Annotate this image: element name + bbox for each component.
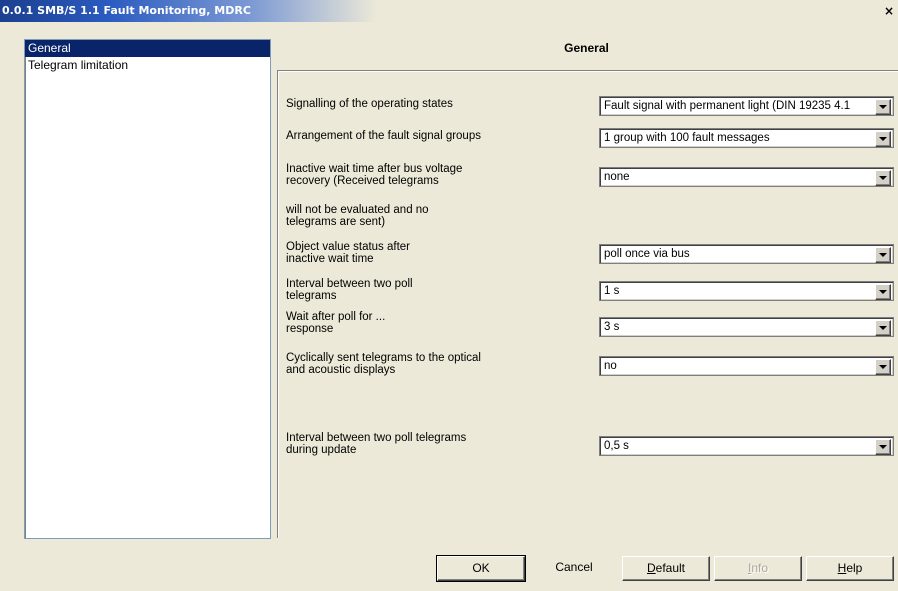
sidebar-item-general[interactable]: General	[25, 40, 270, 57]
object-value-select[interactable]: poll once via bus	[599, 244, 894, 264]
chevron-down-icon[interactable]	[875, 99, 891, 115]
sidebar-item-telegram-limitation[interactable]: Telegram limitation	[25, 57, 270, 74]
sidebar: General Telegram limitation	[24, 39, 271, 539]
select-value: poll once via bus	[604, 248, 690, 260]
chevron-down-icon[interactable]	[875, 320, 891, 336]
param-label: Signalling of the operating states	[286, 98, 453, 110]
select-value: 3 s	[604, 321, 620, 333]
help-button-label: elp	[846, 561, 863, 575]
default-button-label: efault	[655, 561, 686, 575]
select-value: none	[604, 171, 630, 183]
window-title: 0.0.1 SMB/S 1.1 Fault Monitoring, MDRC	[2, 4, 251, 17]
panel-title: General	[564, 41, 609, 55]
chevron-down-icon[interactable]	[875, 284, 891, 300]
title-bar[interactable]: 0.0.1 SMB/S 1.1 Fault Monitoring, MDRC ×	[0, 0, 898, 22]
info-button-label: nfo	[751, 561, 769, 575]
poll-interval-select[interactable]: 1 s	[599, 281, 894, 301]
parameter-panel: Signalling of the operating states Fault…	[277, 70, 898, 538]
param-label: Interval between two poll telegrams duri…	[286, 432, 467, 456]
chevron-down-icon[interactable]	[875, 131, 891, 147]
param-label: Object value status after inactive wait …	[286, 241, 411, 265]
info-button: Info	[714, 556, 802, 581]
inactive-wait-select[interactable]: none	[599, 167, 894, 187]
wait-after-poll-select[interactable]: 3 s	[599, 317, 894, 337]
signalling-select[interactable]: Fault signal with permanent light (DIN 1…	[599, 96, 894, 116]
param-label: will not be evaluated and no telegrams a…	[286, 204, 429, 228]
update-interval-select[interactable]: 0,5 s	[599, 436, 894, 456]
chevron-down-icon[interactable]	[875, 359, 891, 375]
chevron-down-icon[interactable]	[875, 170, 891, 186]
param-label: Arrangement of the fault signal groups	[286, 130, 481, 142]
select-value: 0,5 s	[604, 440, 629, 452]
chevron-down-icon[interactable]	[875, 439, 891, 455]
cancel-button[interactable]: Cancel	[530, 556, 618, 581]
select-value: 1 s	[604, 285, 620, 297]
select-value: no	[604, 360, 617, 372]
param-label: Interval between two poll telegrams	[286, 278, 413, 302]
param-label: Wait after poll for ... response	[286, 311, 386, 335]
select-value: 1 group with 100 fault messages	[604, 132, 770, 144]
close-button[interactable]: ×	[882, 4, 896, 18]
param-label: Cyclically sent telegrams to the optical…	[286, 352, 481, 376]
arrangement-select[interactable]: 1 group with 100 fault messages	[599, 128, 894, 148]
param-label: Inactive wait time after bus voltage rec…	[286, 163, 463, 187]
default-button[interactable]: Default	[622, 556, 710, 581]
ok-button[interactable]: OK	[436, 555, 526, 582]
select-value: Fault signal with permanent light (DIN 1…	[604, 100, 851, 112]
cyclic-select[interactable]: no	[599, 356, 894, 376]
default-button-mnemonic: D	[646, 561, 656, 575]
chevron-down-icon[interactable]	[875, 247, 891, 263]
help-button[interactable]: Help	[806, 556, 894, 581]
